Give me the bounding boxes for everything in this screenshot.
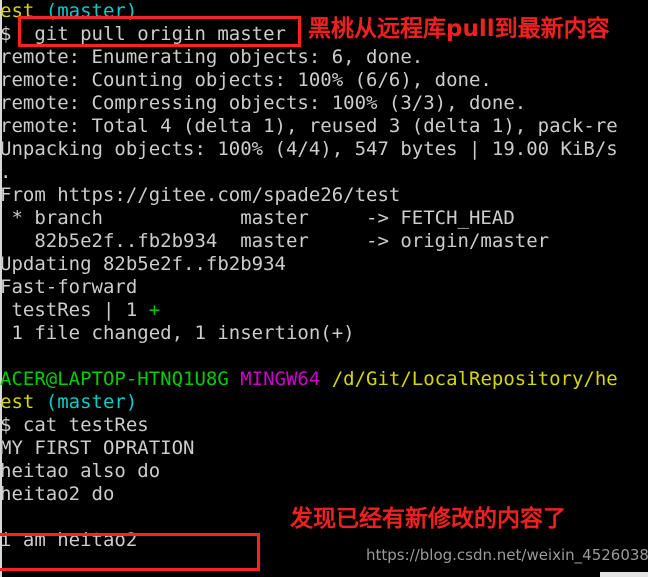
csdn-watermark: https://blog.csdn.net/weixin_45260385 — [366, 546, 648, 564]
line-remote-total-seg-0: remote: Total 4 (delta 1), reused 3 (del… — [0, 115, 618, 137]
line-remote-enumerating: remote: Enumerating objects: 6, done. — [0, 46, 648, 69]
line-diffstat-testres-seg-0: testRes | 1 — [0, 299, 149, 321]
line-updating-seg-0: Updating 82b5e2f..fb2b934 — [0, 253, 286, 275]
line-remote-counting-seg-0: remote: Counting objects: 100% (6/6), do… — [0, 69, 492, 91]
line-branch-origin-master-seg-0: 82b5e2f..fb2b934 master -> origin/master — [0, 230, 550, 252]
line-prompt-path-tail-2-seg-1: (master) — [45, 391, 138, 413]
line-command-cat-testres: $ cat testRes — [0, 414, 648, 437]
annotation-top-text: 黑桃从远程库pull到最新内容 — [308, 16, 610, 42]
line-prompt-path-tail-1-seg-1: (master) — [45, 0, 138, 22]
line-remote-enumerating-seg-0: remote: Enumerating objects: 6, done. — [0, 46, 424, 68]
line-file-content-4-seg-0: i am heitao2 — [0, 529, 138, 551]
line-file-content-3-seg-0: heitao2 do — [0, 483, 115, 505]
line-unpacking-seg-0: Unpacking objects: 100% (4/4), 547 bytes… — [0, 138, 618, 160]
line-prompt-path-tail-2-seg-0: est — [0, 391, 46, 413]
line-updating: Updating 82b5e2f..fb2b934 — [0, 253, 648, 276]
line-remote-compressing: remote: Compressing objects: 100% (3/3),… — [0, 92, 648, 115]
terminal-output-area[interactable]: est (master) $ git pull origin master remo… — [0, 0, 648, 577]
line-file-content-1-seg-0: MY FIRST OPRATION — [0, 437, 195, 459]
window-bottom-edge — [600, 572, 648, 577]
line-command-cat-testres-seg-0: $ cat testRes — [0, 414, 149, 436]
annotation-bottom-text: 发现已经有新修改的内容了 — [290, 506, 566, 532]
line-remote-counting: remote: Counting objects: 100% (6/6), do… — [0, 69, 648, 92]
line-prompt-user-host-seg-1: MINGW64 — [240, 368, 332, 390]
line-command-git-pull-seg-1: git pull origin master — [22, 23, 286, 45]
line-files-changed: 1 file changed, 1 insertion(+) — [0, 322, 648, 345]
line-prompt-user-host-seg-0: ACER@LAPTOP-HTNQ1U8G — [0, 368, 241, 390]
line-file-content-1: MY FIRST OPRATION — [0, 437, 648, 460]
line-unpacking: Unpacking objects: 100% (4/4), 547 bytes… — [0, 138, 648, 161]
line-prompt-path-tail-1-seg-0: est — [0, 0, 46, 22]
line-command-git-pull-seg-0: $ — [0, 23, 23, 45]
line-blank-3-seg-0 — [0, 552, 11, 574]
line-blank-1-seg-0 — [0, 345, 11, 367]
line-dot: . — [0, 161, 648, 184]
line-remote-compressing-seg-0: remote: Compressing objects: 100% (3/3),… — [0, 92, 527, 114]
line-file-content-2: heitao also do — [0, 460, 648, 483]
line-file-content-3: heitao2 do — [0, 483, 648, 506]
line-remote-total: remote: Total 4 (delta 1), reused 3 (del… — [0, 115, 648, 138]
line-files-changed-seg-0: 1 file changed, 1 insertion(+) — [0, 322, 355, 344]
line-dot-seg-0: . — [0, 161, 12, 183]
terminal-window[interactable]: est (master) $ git pull origin master remo… — [0, 0, 648, 577]
line-fast-forward-seg-0: Fast-forward — [0, 276, 138, 298]
line-from-url-seg-0: From https://gitee.com/spade26/test — [0, 184, 401, 206]
line-branch-fetch-head-seg-0: * branch master -> FETCH_HEAD — [0, 207, 515, 229]
line-blank-2-seg-0 — [0, 506, 11, 528]
line-branch-origin-master: 82b5e2f..fb2b934 master -> origin/master — [0, 230, 648, 253]
line-prompt-user-host: ACER@LAPTOP-HTNQ1U8G MINGW64 /d/Git/Loca… — [0, 368, 648, 391]
line-branch-fetch-head: * branch master -> FETCH_HEAD — [0, 207, 648, 230]
line-file-content-2-seg-0: heitao also do — [0, 460, 161, 482]
line-from-url: From https://gitee.com/spade26/test — [0, 184, 648, 207]
line-prompt-user-host-seg-2: /d/Git/LocalRepository/he — [331, 368, 618, 390]
line-fast-forward: Fast-forward — [0, 276, 648, 299]
line-diffstat-testres: testRes | 1 + — [0, 299, 648, 322]
line-blank-1 — [0, 345, 648, 368]
line-prompt-path-tail-2: est (master) — [0, 391, 648, 414]
line-diffstat-testres-seg-1: + — [148, 299, 161, 321]
